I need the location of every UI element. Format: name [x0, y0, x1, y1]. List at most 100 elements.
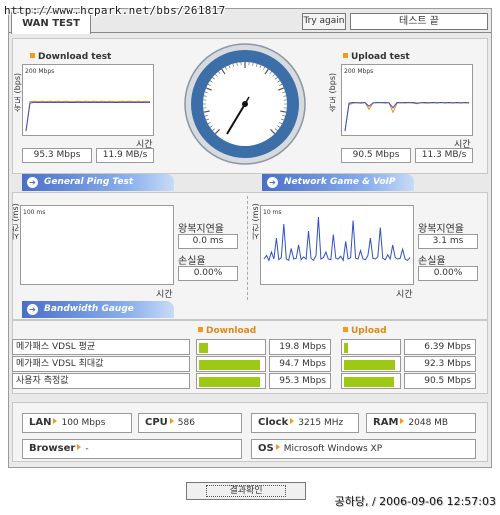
cpu-value: 586	[177, 418, 195, 428]
lan-label: LAN	[29, 417, 52, 428]
game-loss-label: 손실율	[418, 256, 446, 267]
test-status: 테스트 끝	[350, 13, 488, 30]
game-series-0	[263, 216, 411, 262]
upload-bar	[341, 356, 401, 372]
download-test-label: Download test	[38, 52, 112, 62]
cpu-info: CPU 586	[138, 413, 242, 433]
general-ping-banner: ➔ General Ping Test	[22, 174, 174, 191]
game-latency-value: 3.1 ms	[418, 234, 478, 249]
upload-series-0	[344, 101, 470, 132]
gauge-download-label: Download	[206, 326, 257, 336]
download-series-0	[25, 100, 151, 132]
download-bar-fill	[199, 343, 208, 353]
browser-label: Browser	[29, 443, 76, 454]
upload-bar-fill	[344, 377, 394, 387]
upload-test-label: Upload test	[351, 52, 410, 62]
ping-graph	[20, 205, 174, 285]
bullet-icon	[343, 327, 348, 332]
os-value: Microsoft Windows XP	[283, 444, 383, 454]
upload-chart	[344, 101, 470, 132]
download-test-title: Download test	[30, 52, 111, 62]
upload-bar-value: 90.5 Mbps	[404, 373, 476, 389]
download-bar-value: 94.7 Mbps	[269, 356, 331, 372]
arrow-right-icon	[169, 418, 174, 424]
upload-bar-value: 92.3 Mbps	[404, 356, 476, 372]
browser-value: -	[85, 444, 89, 454]
upload-bar-fill	[344, 360, 395, 370]
upload-series-1	[344, 101, 470, 132]
download-bar-fill	[199, 377, 260, 387]
clock-value: 3215 MHz	[298, 418, 344, 428]
bandwidth-row-label: 메가패스 VDSL 최대값	[12, 356, 190, 372]
result-confirm-label: 결과확인	[206, 485, 286, 497]
os-label: OS	[258, 443, 274, 454]
arrow-right-icon	[77, 444, 82, 450]
download-bar-fill	[199, 360, 260, 370]
arrow-right-icon: ➔	[27, 304, 38, 315]
upload-bar-fill	[344, 343, 348, 353]
lan-info: LAN 100 Mbps	[22, 413, 132, 433]
ping-loss-label: 손실율	[178, 256, 206, 267]
ping-scale: 100 ms	[23, 209, 46, 216]
upload-y-axis-label: 속도 (bps)	[328, 72, 337, 112]
game-graph	[260, 205, 414, 285]
clock-info: Clock 3215 MHz	[251, 413, 359, 433]
bandwidth-row-label: 사용자 측정값	[12, 373, 190, 389]
game-scale: 10 ms	[263, 209, 282, 216]
speedometer-dial	[184, 43, 306, 165]
download-bar	[196, 339, 266, 355]
ping-x-axis-label: 시간	[156, 290, 173, 300]
url-watermark: http://www.hcpark.net/bbs/261817	[4, 4, 226, 17]
os-info: OS Microsoft Windows XP	[251, 439, 476, 459]
game-latency-label: 왕복지연율	[418, 224, 464, 235]
download-chart	[25, 100, 151, 132]
upload-test-title: Upload test	[343, 52, 410, 62]
bandwidth-row-label: 메가패스 VDSL 평균	[12, 339, 190, 355]
speedometer	[183, 42, 307, 166]
bandwidth-gauge-banner: ➔ Bandwidth Gauge	[22, 301, 174, 318]
upload-speed-Bps: 11.3 MB/s	[415, 148, 473, 163]
arrow-right-icon: ➔	[267, 177, 278, 188]
ping-latency-label: 왕복지연율	[178, 224, 224, 235]
download-bar-value: 95.3 Mbps	[269, 373, 331, 389]
game-loss-value: 0.00%	[418, 266, 478, 281]
upload-scale: 200 Mbps	[344, 68, 374, 75]
ping-latency-value: 0.0 ms	[178, 234, 238, 249]
bullet-icon	[343, 53, 348, 58]
ram-info: RAM 2048 MB	[366, 413, 476, 433]
download-bar	[196, 373, 266, 389]
download-series-1	[25, 101, 151, 132]
arrow-right-icon	[53, 418, 58, 424]
game-x-axis-label: 시간	[396, 290, 413, 300]
try-again-button[interactable]: Try again	[302, 13, 346, 30]
upload-bar	[341, 339, 401, 355]
arrow-right-icon	[400, 418, 405, 424]
arrow-right-icon	[275, 444, 280, 450]
arrow-right-icon	[290, 418, 295, 424]
clock-label: Clock	[258, 417, 289, 428]
download-speed-bps: 95.3 Mbps	[22, 148, 92, 163]
download-scale: 200 Mbps	[25, 68, 55, 75]
game-chart	[263, 216, 411, 262]
upload-bar	[341, 373, 401, 389]
gauge-upload-header: Upload	[343, 326, 387, 336]
browser-info: Browser -	[22, 439, 242, 459]
arrow-right-icon: ➔	[27, 177, 38, 188]
section-divider	[247, 196, 248, 300]
download-bar	[196, 356, 266, 372]
bullet-icon	[30, 53, 35, 58]
download-bar-value: 19.8 Mbps	[269, 339, 331, 355]
cpu-label: CPU	[145, 417, 168, 428]
bandwidth-gauge-label: Bandwidth Gauge	[44, 304, 134, 314]
author-timestamp: 공하당, / 2006-09-06 12:57:03	[334, 495, 496, 508]
upload-speed-bps: 90.5 Mbps	[341, 148, 411, 163]
result-confirm-button[interactable]: 결과확인	[186, 482, 306, 500]
gauge-upload-label: Upload	[351, 326, 387, 336]
network-game-banner: ➔Network Game & VoIP Test	[262, 174, 414, 204]
download-speed-Bps: 11.9 MB/s	[96, 148, 154, 163]
upload-bar-value: 6.39 Mbps	[404, 339, 476, 355]
gauge-download-header: Download	[198, 326, 256, 336]
ping-loss-value: 0.00%	[178, 266, 238, 281]
general-ping-label: General Ping Test	[44, 177, 134, 187]
bullet-icon	[198, 327, 203, 332]
